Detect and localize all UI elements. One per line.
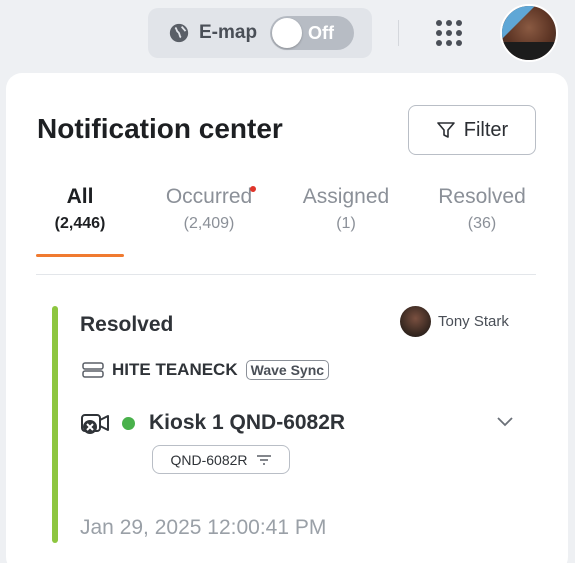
status-accent-bar: [52, 306, 58, 543]
chevron-down-icon[interactable]: [496, 416, 514, 428]
notification-dot: [250, 186, 257, 192]
tab-occurred[interactable]: Occurred (2,409): [154, 185, 264, 233]
tab-label: Occurred: [165, 185, 257, 209]
model-chip[interactable]: QND-6082R: [152, 445, 290, 474]
active-tab-indicator: [36, 254, 124, 257]
tab-label-text: Occurred: [165, 185, 253, 208]
filter-button[interactable]: Filter: [408, 105, 536, 155]
tab-label: Assigned: [302, 185, 390, 208]
device-row: Kiosk 1 QND-6082R: [80, 410, 345, 436]
tab-bar: All (2,446) Occurred (2,409) Assigned (1…: [36, 185, 536, 275]
emap-toggle[interactable]: Off: [270, 16, 354, 50]
filter-icon: [436, 122, 455, 138]
tab-count: (2,446): [54, 215, 106, 232]
server-icon: [82, 362, 104, 378]
emap-control: E-map Off: [148, 8, 372, 58]
tab-count: (2,409): [183, 215, 235, 232]
topbar-divider: [398, 20, 399, 46]
emap-label: E-map: [199, 22, 258, 43]
tab-divider: [36, 274, 536, 275]
tab-count: (1): [336, 215, 356, 232]
assignee: Tony Stark: [400, 306, 509, 337]
tab-label: Resolved: [438, 185, 526, 208]
notification-status: Resolved: [80, 313, 174, 336]
filter-lines-icon: [256, 454, 271, 465]
assignee-name: Tony Stark: [438, 313, 509, 330]
user-avatar[interactable]: [500, 4, 558, 62]
tab-all[interactable]: All (2,446): [36, 185, 124, 233]
site-tag: Wave Sync: [245, 360, 330, 380]
tab-label: All: [66, 185, 94, 208]
assignee-avatar: [400, 306, 431, 337]
tab-resolved[interactable]: Resolved (36): [428, 185, 536, 233]
tab-assigned[interactable]: Assigned (1): [292, 185, 400, 233]
site-row: HITE TEANECK Wave Sync: [82, 360, 330, 380]
toggle-knob: [272, 18, 302, 48]
camera-offline-icon: [81, 414, 109, 434]
device-status-dot: [122, 416, 135, 430]
device-name: Kiosk 1 QND-6082R: [149, 411, 346, 434]
toggle-state: Off: [308, 23, 334, 43]
model-chip-label: QND-6082R: [170, 451, 248, 468]
notification-timestamp: Jan 29, 2025 12:00:41 PM: [80, 516, 327, 539]
filter-label: Filter: [463, 118, 509, 141]
apps-grid-icon[interactable]: [436, 20, 462, 46]
globe-icon: [169, 23, 189, 43]
notification-panel: Notification center Filter All (2,446) O…: [6, 73, 568, 563]
page-title: Notification center: [37, 113, 283, 144]
tab-count: (36): [467, 215, 497, 232]
site-name: HITE TEANECK: [112, 360, 238, 379]
